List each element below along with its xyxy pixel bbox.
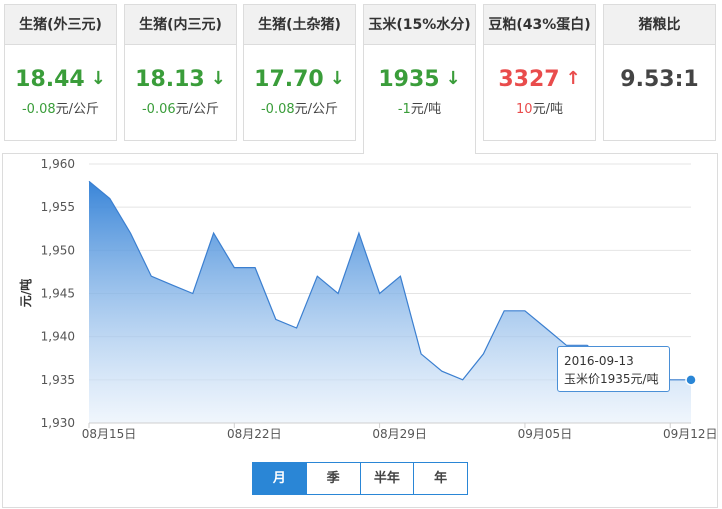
card-price: 1935 ↓ (364, 67, 475, 92)
arrow-down-icon: ↓ (445, 68, 461, 89)
chart-tooltip: 2016-09-13 玉米价1935元/吨 (557, 346, 670, 392)
y-tick-label: 1,950 (41, 243, 75, 257)
y-tick-label: 1,940 (41, 330, 75, 344)
price-card-corn[interactable]: 玉米(15%水分) 1935 ↓ -1元/吨 (363, 4, 476, 154)
x-tick-label: 09月05日 (518, 427, 573, 441)
range-selector: 月 季 半年 年 (252, 462, 468, 495)
card-change: -1元/吨 (364, 98, 475, 117)
highlighted-point (685, 374, 697, 386)
x-tick-label: 08月15日 (82, 427, 137, 441)
corn-price-chart: 1,930 1,935 1,940 1,945 1,950 1,955 1,960 08月15… (18, 157, 718, 441)
y-tick-label: 1,945 (41, 287, 75, 301)
price-value: 1935 (378, 67, 440, 92)
tooltip-value: 玉米价1935元/吨 (564, 372, 659, 386)
change-value: -1 (397, 102, 411, 117)
y-tick-label: 1,955 (41, 200, 75, 214)
change-unit: 元/吨 (410, 102, 442, 117)
y-tick-label: 1,935 (41, 373, 75, 387)
y-tick-label: 1,960 (41, 157, 75, 171)
x-tick-label: 09月12日 (663, 427, 718, 441)
tooltip-date: 2016-09-13 (564, 354, 634, 368)
y-axis-label: 元/吨 (18, 279, 33, 307)
range-quarter-button[interactable]: 季 (307, 463, 361, 494)
card-title: 玉米(15%水分) (364, 5, 475, 45)
y-tick-label: 1,930 (41, 416, 75, 430)
range-year-button[interactable]: 年 (414, 463, 467, 494)
x-tick-label: 08月22日 (227, 427, 282, 441)
x-tick-label: 08月29日 (372, 427, 427, 441)
range-month-button[interactable]: 月 (253, 463, 307, 494)
range-half-year-button[interactable]: 半年 (361, 463, 415, 494)
